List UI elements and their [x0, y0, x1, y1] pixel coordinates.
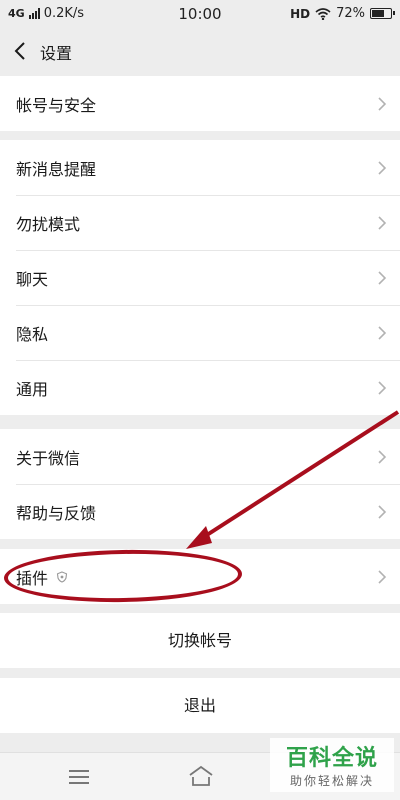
switch-account-button[interactable]: 切换帐号 [0, 613, 400, 668]
settings-item-label: 通用 [16, 379, 49, 399]
chevron-right-icon [378, 97, 387, 111]
battery-percent: 72% [336, 6, 365, 21]
settings-item-help-feedback[interactable]: 帮助与反馈 [0, 484, 400, 539]
settings-item-do-not-disturb[interactable]: 勿扰模式 [0, 195, 400, 250]
chevron-right-icon [378, 216, 387, 230]
chevron-right-icon [378, 161, 387, 175]
settings-item-chat[interactable]: 聊天 [0, 250, 400, 305]
hd-badge: HD [290, 6, 311, 21]
logout-button[interactable]: 退出 [0, 678, 400, 733]
settings-group-plugins: 插件 [0, 549, 400, 604]
settings-item-label: 勿扰模式 [16, 214, 81, 234]
chevron-right-icon [378, 326, 387, 340]
settings-item-label: 隐私 [16, 324, 49, 344]
settings-item-label: 插件 [16, 568, 49, 588]
chevron-right-icon [378, 570, 387, 584]
chevron-right-icon [378, 505, 387, 519]
settings-item-label: 聊天 [16, 269, 49, 289]
chevron-right-icon [378, 450, 387, 464]
watermark-title: 百科全说 [285, 746, 378, 771]
chevron-right-icon [378, 271, 387, 285]
page-title: 设置 [40, 44, 73, 63]
settings-group-account: 帐号与安全 [0, 76, 400, 131]
settings-group-about: 关于微信 帮助与反馈 [0, 429, 400, 539]
back-arrow-icon[interactable] [8, 38, 34, 64]
home-icon[interactable] [188, 765, 214, 787]
chevron-right-icon [378, 381, 387, 395]
watermark: 百科全说 助你轻松解决 [270, 738, 394, 792]
settings-item-label: 新消息提醒 [16, 159, 97, 179]
settings-item-plugins[interactable]: 插件 [0, 549, 400, 604]
settings-item-general[interactable]: 通用 [0, 360, 400, 415]
watermark-subtitle: 助你轻松解决 [289, 774, 374, 788]
wifi-icon [315, 7, 331, 20]
settings-group-general: 新消息提醒 勿扰模式 聊天 隐私 通用 [0, 140, 400, 415]
status-right: HD 72% [290, 6, 395, 21]
settings-item-privacy[interactable]: 隐私 [0, 305, 400, 360]
battery-fill [372, 10, 384, 17]
settings-item-label: 帐号与安全 [16, 95, 97, 115]
battery-icon [370, 8, 395, 19]
status-bar: 4G 0.2K/s 10:00 HD 72% [0, 0, 400, 28]
shield-icon [56, 570, 68, 583]
settings-item-label: 帮助与反馈 [16, 503, 97, 523]
settings-item-about-wechat[interactable]: 关于微信 [0, 429, 400, 484]
nav-bar: 设置 [0, 28, 400, 74]
settings-item-account-security[interactable]: 帐号与安全 [0, 76, 400, 131]
menu-icon[interactable] [68, 769, 90, 785]
settings-item-label: 关于微信 [16, 448, 81, 468]
settings-item-new-message-notification[interactable]: 新消息提醒 [0, 140, 400, 195]
